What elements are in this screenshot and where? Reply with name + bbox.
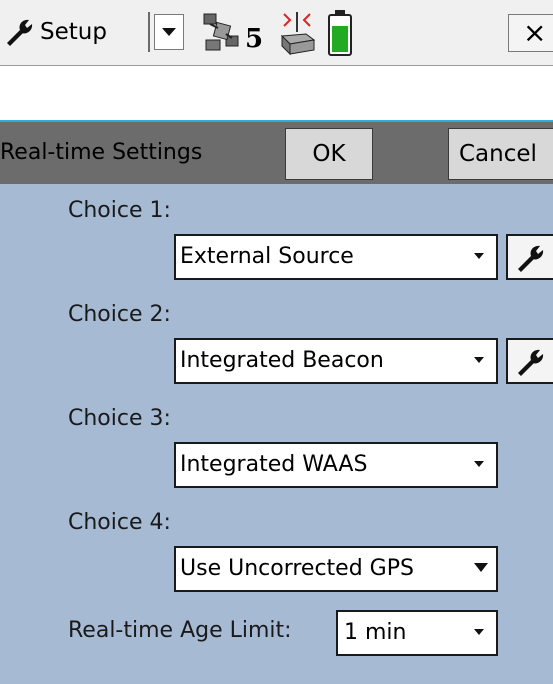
chevron-down-icon	[474, 357, 484, 363]
setup-menu-button[interactable]: Setup	[4, 10, 107, 54]
toolbar-separator	[148, 12, 150, 52]
choice-3-select[interactable]: Integrated WAAS	[174, 442, 498, 488]
input-strip	[0, 66, 553, 120]
chevron-down-icon	[474, 563, 488, 572]
choice-4-select[interactable]: Use Uncorrected GPS	[174, 546, 498, 592]
choice-2-value: Integrated Beacon	[180, 348, 384, 373]
page-title: Real-time Settings	[0, 140, 203, 165]
age-limit-label: Real-time Age Limit:	[68, 618, 292, 643]
ok-button[interactable]: OK	[285, 128, 373, 180]
satellite-count: 5	[245, 24, 264, 54]
satellite-icon[interactable]	[200, 10, 244, 54]
choice-3-value: Integrated WAAS	[180, 452, 368, 477]
dialog-header: Real-time Settings OK Cancel	[0, 122, 553, 184]
choice-1-select[interactable]: External Source	[174, 234, 498, 280]
choice-4-value: Use Uncorrected GPS	[180, 556, 414, 581]
choice-1-config-button[interactable]	[506, 234, 553, 280]
choice-4-label: Choice 4:	[68, 510, 171, 535]
chevron-down-icon	[474, 461, 484, 467]
chevron-down-icon	[474, 253, 484, 259]
chevron-down-icon	[474, 629, 484, 635]
setup-menu-label: Setup	[40, 19, 107, 45]
age-limit-value: 1 min	[344, 620, 407, 645]
top-toolbar: Setup 5 ×	[0, 0, 553, 66]
radio-icon[interactable]	[276, 10, 318, 56]
settings-panel: Choice 1: External Source Choice 2: Inte…	[0, 184, 553, 684]
choice-1-label: Choice 1:	[68, 198, 171, 223]
chevron-down-icon	[162, 28, 176, 36]
setup-dropdown-button[interactable]	[154, 14, 184, 50]
battery-icon[interactable]	[326, 8, 354, 58]
cancel-button[interactable]: Cancel	[448, 128, 553, 180]
wrench-icon	[518, 245, 544, 272]
choice-3-label: Choice 3:	[68, 406, 171, 431]
wrench-icon	[7, 19, 33, 46]
choice-2-select[interactable]: Integrated Beacon	[174, 338, 498, 384]
age-limit-select[interactable]: 1 min	[336, 610, 498, 656]
choice-1-value: External Source	[180, 244, 354, 269]
choice-2-label: Choice 2:	[68, 302, 171, 327]
wrench-icon	[518, 349, 544, 376]
close-button[interactable]: ×	[508, 14, 553, 52]
choice-2-config-button[interactable]	[506, 338, 553, 384]
